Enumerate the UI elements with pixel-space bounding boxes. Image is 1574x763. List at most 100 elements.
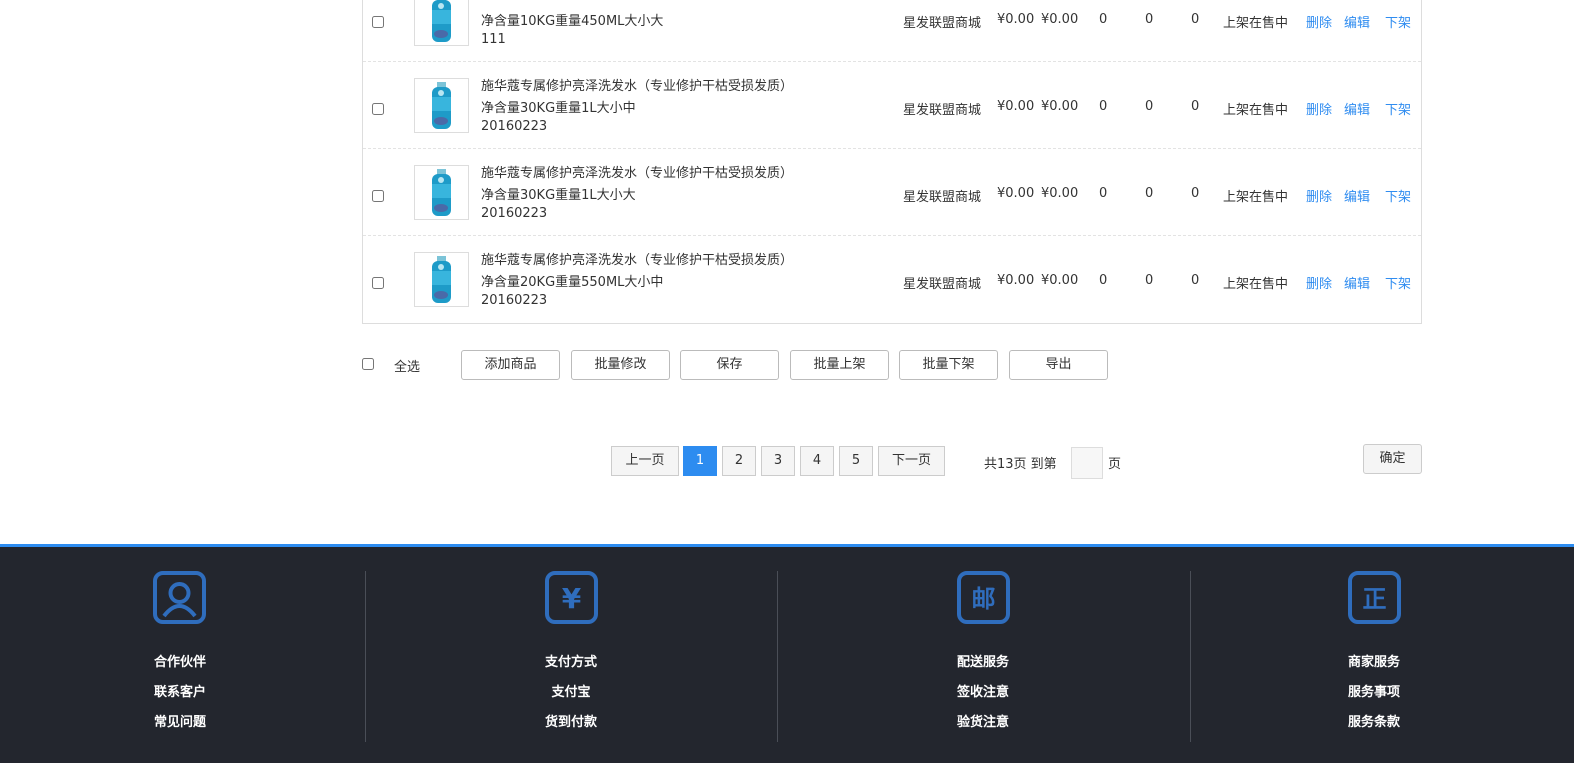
price: ¥0.00 bbox=[997, 273, 1035, 288]
product-spec: 净含量30KG重量1L大小中 bbox=[481, 101, 636, 116]
goto-page-input[interactable] bbox=[1071, 447, 1103, 479]
footer-link[interactable]: 签收注意 bbox=[903, 681, 1063, 700]
select-all-label[interactable]: 全选 bbox=[394, 356, 420, 375]
count: 0 bbox=[1191, 12, 1200, 27]
footer-link[interactable]: 联系客户 bbox=[100, 681, 260, 700]
offshelf-link[interactable]: 下架 bbox=[1385, 273, 1411, 292]
batch-onshelf-button[interactable]: 批量上架 bbox=[790, 350, 889, 380]
delete-link[interactable]: 删除 bbox=[1306, 99, 1332, 118]
select-all-checkbox[interactable] bbox=[362, 358, 374, 370]
add-product-button[interactable]: 添加商品 bbox=[461, 350, 560, 380]
svg-text:邮: 邮 bbox=[972, 585, 996, 613]
price: ¥0.00 bbox=[1041, 99, 1079, 114]
yuan-icon: ¥ bbox=[545, 571, 598, 624]
offshelf-link[interactable]: 下架 bbox=[1385, 12, 1411, 31]
page-button-4[interactable]: 4 bbox=[800, 446, 834, 476]
edit-link[interactable]: 编辑 bbox=[1344, 12, 1370, 31]
status-text: 上架在售中 bbox=[1223, 16, 1289, 31]
row-checkbox[interactable] bbox=[372, 103, 384, 115]
shampoo-bottle-image bbox=[432, 169, 451, 216]
user-icon bbox=[153, 571, 206, 624]
row-checkbox[interactable] bbox=[372, 16, 384, 28]
product-thumbnail[interactable] bbox=[414, 252, 469, 307]
count: 0 bbox=[1191, 186, 1200, 201]
price: ¥0.00 bbox=[997, 186, 1035, 201]
next-page-button[interactable]: 下一页 bbox=[878, 446, 945, 476]
price: ¥0.00 bbox=[1041, 12, 1079, 27]
footer-link[interactable]: 服务条款 bbox=[1294, 711, 1454, 730]
shampoo-bottle-image bbox=[432, 256, 451, 303]
product-thumbnail[interactable] bbox=[414, 165, 469, 220]
store-name: 星发联盟商城 bbox=[903, 16, 982, 31]
count: 0 bbox=[1099, 99, 1108, 114]
count: 0 bbox=[1099, 186, 1108, 201]
footer-link[interactable]: 支付宝 bbox=[491, 681, 651, 700]
store-name: 星发联盟商城 bbox=[903, 190, 982, 205]
offshelf-link[interactable]: 下架 bbox=[1385, 186, 1411, 205]
count: 0 bbox=[1145, 99, 1154, 114]
edit-link[interactable]: 编辑 bbox=[1344, 273, 1370, 292]
confirm-button[interactable]: 确定 bbox=[1363, 444, 1422, 474]
count: 0 bbox=[1191, 99, 1200, 114]
price: ¥0.00 bbox=[997, 99, 1035, 114]
row-checkbox[interactable] bbox=[372, 277, 384, 289]
export-button[interactable]: 导出 bbox=[1009, 350, 1108, 380]
delete-link[interactable]: 删除 bbox=[1306, 273, 1332, 292]
product-code: 20160223 bbox=[481, 206, 548, 221]
prev-page-button[interactable]: 上一页 bbox=[611, 446, 679, 476]
batch-offshelf-button[interactable]: 批量下架 bbox=[899, 350, 998, 380]
svg-text:¥: ¥ bbox=[562, 582, 582, 615]
page-total-text: 共13页 到第 bbox=[984, 457, 1057, 472]
site-footer: 合作伙伴 联系客户 常见问题 ¥ 支付方式 支付宝 货到付款 邮 配送服务 签收… bbox=[0, 544, 1574, 763]
page-button-5[interactable]: 5 bbox=[839, 446, 873, 476]
edit-link[interactable]: 编辑 bbox=[1344, 99, 1370, 118]
product-name: 11 bbox=[481, 0, 498, 3]
count: 0 bbox=[1099, 273, 1108, 288]
store-name: 星发联盟商城 bbox=[903, 277, 982, 292]
footer-link[interactable]: 配送服务 bbox=[903, 651, 1063, 670]
footer-link[interactable]: 验货注意 bbox=[903, 711, 1063, 730]
edit-link[interactable]: 编辑 bbox=[1344, 186, 1370, 205]
product-name: 施华蔻专属修护亮泽洗发水（专业修护干枯受损发质） bbox=[481, 253, 794, 268]
page-button-1[interactable]: 1 bbox=[683, 446, 717, 476]
count: 0 bbox=[1191, 273, 1200, 288]
offshelf-link[interactable]: 下架 bbox=[1385, 99, 1411, 118]
product-thumbnail[interactable] bbox=[414, 78, 469, 133]
count: 0 bbox=[1145, 186, 1154, 201]
footer-divider bbox=[777, 571, 778, 742]
footer-link[interactable]: 商家服务 bbox=[1294, 651, 1454, 670]
product-thumbnail[interactable] bbox=[414, 0, 469, 46]
footer-column-payment: ¥ 支付方式 支付宝 货到付款 bbox=[491, 547, 651, 763]
product-table: 11 净含量10KG重量450ML大小大 111 星发联盟商城 ¥0.00 ¥0… bbox=[362, 0, 1422, 324]
product-name: 施华蔻专属修护亮泽洗发水（专业修护干枯受损发质） bbox=[481, 79, 794, 94]
footer-link[interactable]: 货到付款 bbox=[491, 711, 651, 730]
product-spec: 净含量10KG重量450ML大小大 bbox=[481, 14, 664, 29]
shampoo-bottle-image bbox=[432, 0, 451, 42]
footer-link[interactable]: 合作伙伴 bbox=[100, 651, 260, 670]
delete-link[interactable]: 删除 bbox=[1306, 12, 1332, 31]
batch-edit-button[interactable]: 批量修改 bbox=[571, 350, 670, 380]
product-spec: 净含量20KG重量550ML大小中 bbox=[481, 275, 664, 290]
price: ¥0.00 bbox=[1041, 273, 1079, 288]
footer-column-merchant: 正 商家服务 服务事项 服务条款 bbox=[1294, 547, 1454, 763]
table-row: 施华蔻专属修护亮泽洗发水（专业修护干枯受损发质） 净含量20KG重量550ML大… bbox=[363, 236, 1421, 323]
page-button-3[interactable]: 3 bbox=[761, 446, 795, 476]
page-button-2[interactable]: 2 bbox=[722, 446, 756, 476]
count: 0 bbox=[1099, 12, 1108, 27]
footer-column-delivery: 邮 配送服务 签收注意 验货注意 bbox=[903, 547, 1063, 763]
footer-divider bbox=[365, 571, 366, 742]
footer-link[interactable]: 服务事项 bbox=[1294, 681, 1454, 700]
count: 0 bbox=[1145, 12, 1154, 27]
store-name: 星发联盟商城 bbox=[903, 103, 982, 118]
save-button[interactable]: 保存 bbox=[680, 350, 779, 380]
status-text: 上架在售中 bbox=[1223, 277, 1289, 292]
delete-link[interactable]: 删除 bbox=[1306, 186, 1332, 205]
price: ¥0.00 bbox=[997, 12, 1035, 27]
footer-link[interactable]: 常见问题 bbox=[100, 711, 260, 730]
table-row: 11 净含量10KG重量450ML大小大 111 星发联盟商城 ¥0.00 ¥0… bbox=[363, 0, 1421, 62]
footer-divider bbox=[1190, 571, 1191, 742]
mail-icon: 邮 bbox=[957, 571, 1010, 624]
product-name: 施华蔻专属修护亮泽洗发水（专业修护干枯受损发质） bbox=[481, 166, 794, 181]
footer-link[interactable]: 支付方式 bbox=[491, 651, 651, 670]
row-checkbox[interactable] bbox=[372, 190, 384, 202]
